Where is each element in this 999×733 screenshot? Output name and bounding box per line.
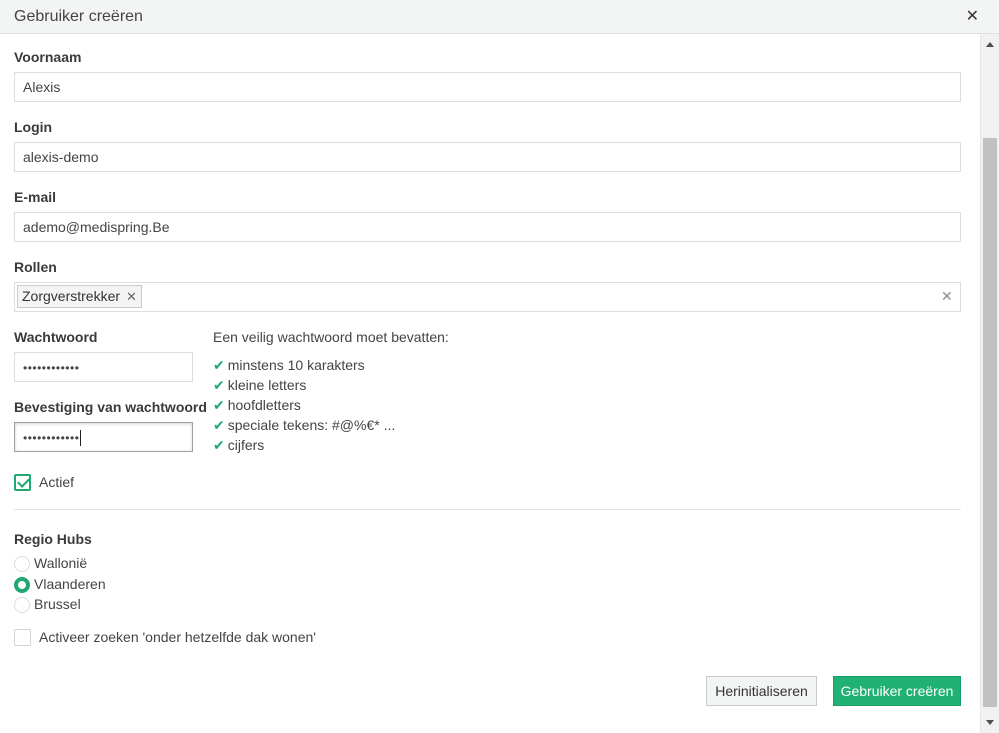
email-label: E-mail [14, 189, 57, 205]
scrollbar-thumb[interactable] [983, 138, 997, 707]
first-name-input[interactable]: Alexis [14, 72, 961, 102]
requirement-item: ✔ speciale tekens: #@%€* ... [213, 417, 395, 434]
active-checkbox[interactable] [14, 474, 31, 491]
dialog-title: Gebruiker creëren [14, 8, 143, 25]
requirement-text: cijfers [227, 437, 265, 453]
scroll-down-icon[interactable] [986, 720, 994, 725]
requirement-item: ✔ hoofdletters [213, 397, 301, 414]
close-icon[interactable]: ✕ [966, 9, 979, 25]
requirement-text: speciale tekens: #@%€* ... [227, 417, 396, 433]
requirement-item: ✔ cijfers [213, 437, 264, 454]
radio-brussel[interactable] [14, 597, 30, 613]
password-requirements-title: Een veilig wachtwoord moet bevatten: [213, 329, 449, 345]
tag-remove-icon[interactable]: ✕ [126, 289, 137, 304]
cohabitation-search-label: Activeer zoeken 'onder hetzelfde dak won… [39, 629, 316, 645]
check-icon: ✔ [213, 437, 225, 453]
check-icon: ✔ [213, 397, 225, 413]
password-value: •••••••••••• [23, 361, 80, 375]
password-confirm-input[interactable]: •••••••••••• [14, 422, 193, 452]
role-tag: Zorgverstrekker ✕ [17, 285, 142, 308]
login-label: Login [14, 119, 53, 135]
radio-wallonie-label: Wallonië [34, 555, 88, 571]
section-divider [14, 509, 961, 510]
radio-vlaanderen[interactable] [14, 577, 30, 593]
radio-vlaanderen-label: Vlaanderen [34, 576, 106, 592]
scroll-up-icon[interactable] [986, 42, 994, 47]
clear-roles-icon[interactable]: ✕ [941, 288, 953, 305]
roles-select[interactable] [14, 282, 961, 312]
requirement-text: kleine letters [227, 377, 307, 393]
first-name-label: Voornaam [14, 49, 82, 65]
active-label: Actief [39, 474, 75, 490]
check-icon: ✔ [213, 377, 225, 393]
role-tag-label: Zorgverstrekker [22, 288, 121, 304]
radio-brussel-label: Brussel [34, 596, 81, 612]
region-hubs-label: Regio Hubs [14, 531, 92, 547]
radio-wallonie[interactable] [14, 556, 30, 572]
dialog-header: Gebruiker creëren ✕ [0, 0, 999, 34]
reset-button[interactable]: Herinitialiseren [706, 676, 817, 706]
requirement-item: ✔ minstens 10 karakters [213, 357, 365, 374]
roles-label: Rollen [14, 259, 57, 275]
password-confirm-value: •••••••••••• [23, 431, 80, 445]
text-caret [80, 430, 82, 447]
scrollbar[interactable] [980, 34, 999, 733]
email-input[interactable]: ademo@medispring.Be [14, 212, 961, 242]
requirement-item: ✔ kleine letters [213, 377, 306, 394]
cohabitation-search-checkbox[interactable] [14, 629, 31, 646]
password-confirm-label: Bevestiging van wachtwoord [14, 399, 207, 415]
requirement-text: hoofdletters [227, 397, 301, 413]
create-user-button[interactable]: Gebruiker creëren [833, 676, 961, 706]
login-input[interactable]: alexis-demo [14, 142, 961, 172]
requirement-text: minstens 10 karakters [227, 357, 365, 373]
password-label: Wachtwoord [14, 329, 98, 345]
password-input[interactable]: •••••••••••• [14, 352, 193, 382]
check-icon: ✔ [213, 357, 225, 373]
check-icon: ✔ [213, 417, 225, 433]
